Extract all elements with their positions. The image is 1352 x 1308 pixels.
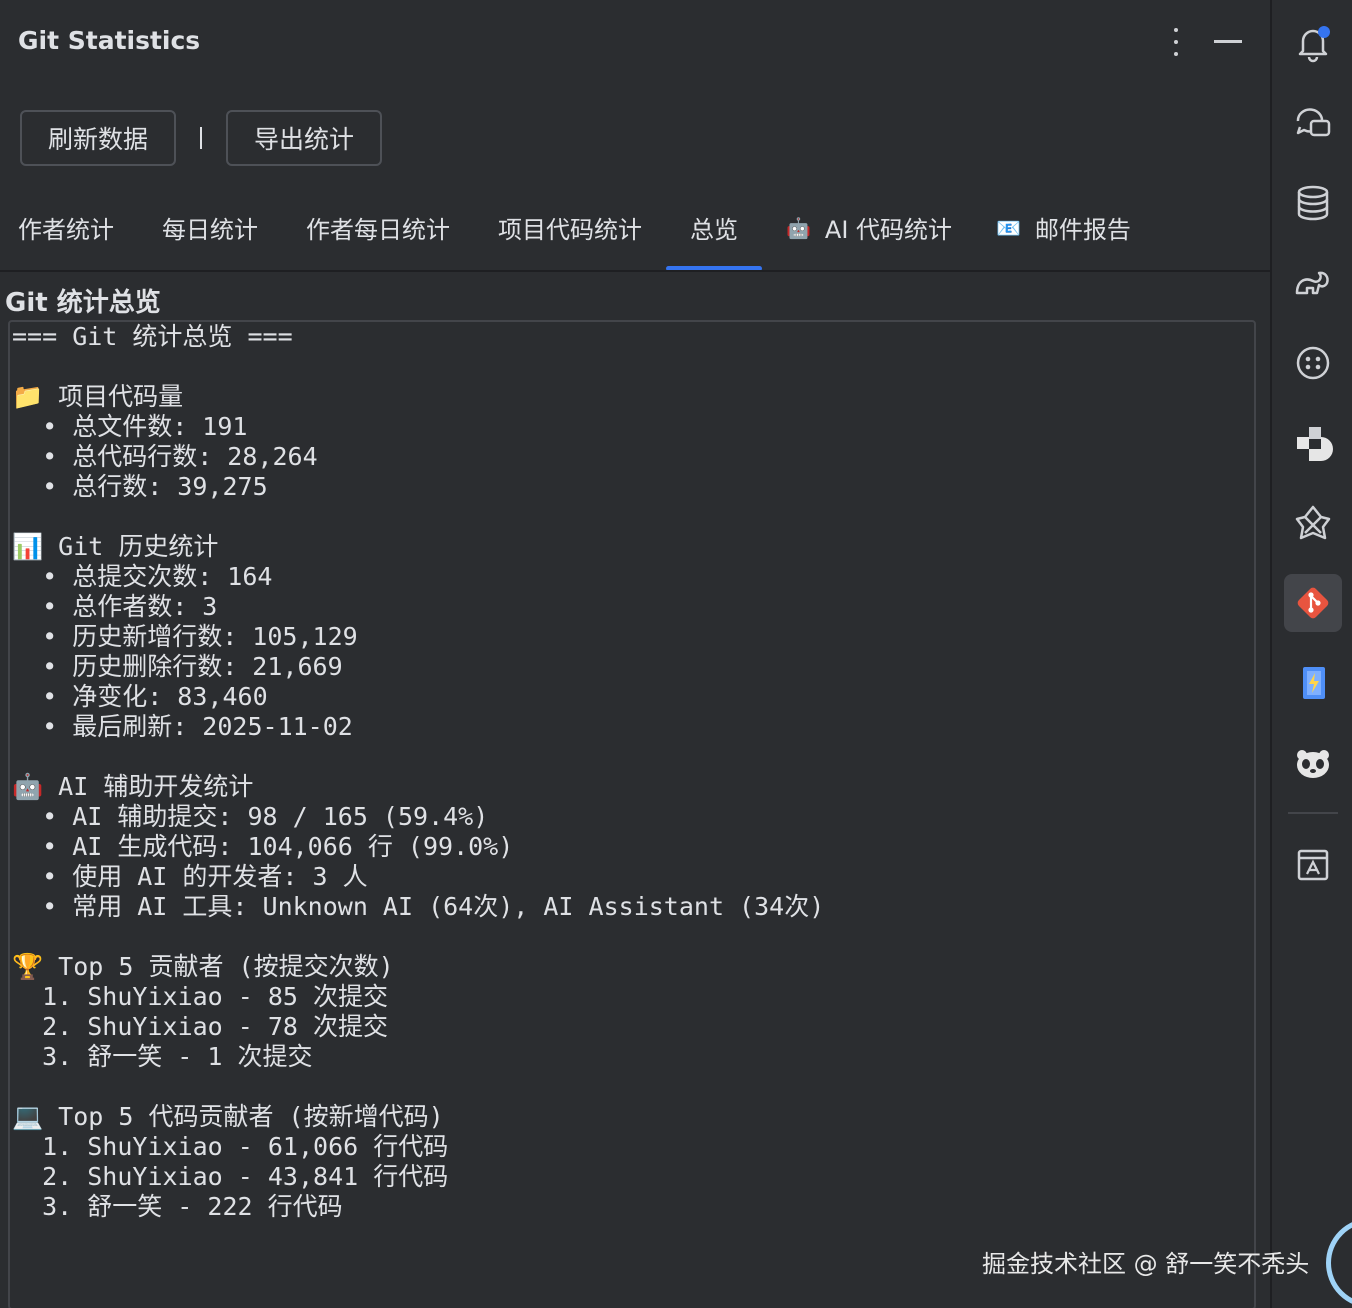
- report-line: • 常用 AI 工具: Unknown AI (64次), AI Assista…: [12, 892, 825, 921]
- report-line: 1. ShuYixiao - 85 次提交: [12, 982, 389, 1011]
- report-blank-line: [12, 352, 824, 382]
- overview-section-title: Git 统计总览: [5, 288, 161, 318]
- report-line: • 使用 AI 的开发者: 3 人: [12, 862, 368, 891]
- report-line: • 总作者数: 3: [12, 592, 218, 621]
- report-line: • 最后刷新: 2025-11-02: [12, 712, 353, 741]
- database-icon[interactable]: [1284, 174, 1342, 232]
- report-line: 💻 Top 5 代码贡献者 (按新增代码): [12, 1102, 444, 1131]
- report-line: • 总行数: 39,275: [12, 472, 268, 501]
- report-line: 2. ShuYixiao - 78 次提交: [12, 1012, 389, 1041]
- report-line: 📊 Git 历史统计: [12, 532, 219, 561]
- robot-icon: 🤖: [786, 215, 811, 240]
- report-blank-line: [12, 742, 824, 772]
- overview-report-textarea[interactable]: === Git 统计总览 === 📁 项目代码量 • 总文件数: 191 • 总代…: [8, 320, 1256, 1308]
- tab-project-code-stats[interactable]: 项目代码统计: [498, 210, 642, 245]
- toolbar-divider: [1288, 812, 1338, 814]
- report-blank-line: [12, 502, 824, 532]
- translate-icon[interactable]: [1284, 834, 1342, 892]
- report-blank-line: [12, 922, 824, 952]
- tab-author-daily-stats[interactable]: 作者每日统计: [306, 210, 450, 245]
- report-line: 2. ShuYixiao - 43,841 行代码: [12, 1162, 449, 1191]
- more-options-icon[interactable]: [1162, 26, 1190, 58]
- report-line: • AI 辅助提交: 98 / 165 (59.4%): [12, 802, 489, 831]
- panda-icon[interactable]: [1284, 734, 1342, 792]
- ai-assistant-icon[interactable]: [1284, 494, 1342, 552]
- report-line: • 历史删除行数: 21,669: [12, 652, 343, 681]
- tab-overview[interactable]: 总览: [690, 210, 738, 245]
- tab-email-report[interactable]: 📧 邮件报告: [996, 210, 1131, 245]
- report-line: • 净变化: 83,460: [12, 682, 268, 711]
- right-tool-window-bar: [1270, 0, 1352, 1308]
- overview-report-text: === Git 统计总览 === 📁 项目代码量 • 总文件数: 191 • 总代…: [12, 322, 824, 1222]
- report-line: 🤖 AI 辅助开发统计: [12, 772, 254, 801]
- battery-icon[interactable]: [1284, 654, 1342, 712]
- tab-bar: 作者统计 每日统计 作者每日统计 项目代码统计 总览 🤖 AI 代码统计 📧 邮件报…: [0, 196, 1270, 272]
- report-line: 3. 舒一笑 - 1 次提交: [12, 1042, 313, 1071]
- report-line: 3. 舒一笑 - 222 行代码: [12, 1192, 343, 1221]
- report-line: === Git 统计总览 ===: [12, 322, 293, 351]
- refresh-data-button[interactable]: 刷新数据: [20, 110, 177, 166]
- git-statistics-icon[interactable]: [1284, 574, 1342, 632]
- report-line: • 总文件数: 191: [12, 412, 248, 441]
- report-blank-line: [12, 1072, 824, 1102]
- tabs-divider: [0, 270, 1270, 272]
- copilot-icon[interactable]: [1284, 334, 1342, 392]
- ai-chat-icon[interactable]: [1284, 94, 1342, 152]
- gradle-icon[interactable]: [1284, 254, 1342, 312]
- watermark: 掘金技术社区 @ 舒一笑不秃头: [982, 1250, 1310, 1278]
- report-line: 1. ShuYixiao - 61,066 行代码: [12, 1132, 449, 1161]
- git-statistics-panel: Git Statistics 刷新数据 导出统计 作者统计 每日统计 作者每日统…: [0, 0, 1270, 1308]
- tab-author-stats[interactable]: 作者统计: [18, 210, 114, 245]
- report-line: • 总提交次数: 164: [12, 562, 273, 591]
- toolbar-separator: [200, 127, 203, 149]
- minimize-icon[interactable]: [1214, 40, 1242, 43]
- email-icon: 📧: [996, 215, 1021, 240]
- report-line: • AI 生成代码: 104,066 行 (99.0%): [12, 832, 514, 861]
- panel-header: Git Statistics: [0, 0, 1270, 86]
- panel-title: Git Statistics: [18, 26, 201, 55]
- tab-daily-stats[interactable]: 每日统计: [162, 210, 258, 245]
- report-line: 🏆 Top 5 贡献者 (按提交次数): [12, 952, 394, 981]
- tab-ai-code-stats[interactable]: 🤖 AI 代码统计: [786, 210, 952, 245]
- report-line: • 总代码行数: 28,264: [12, 442, 318, 471]
- export-statistics-button[interactable]: 导出统计: [226, 110, 383, 166]
- notifications-icon[interactable]: [1284, 14, 1342, 72]
- report-line: • 历史新增行数: 105,129: [12, 622, 358, 651]
- plugin-icon[interactable]: [1284, 414, 1342, 472]
- toolbar: 刷新数据 导出统计: [20, 110, 383, 166]
- report-line: 📁 项目代码量: [12, 382, 184, 411]
